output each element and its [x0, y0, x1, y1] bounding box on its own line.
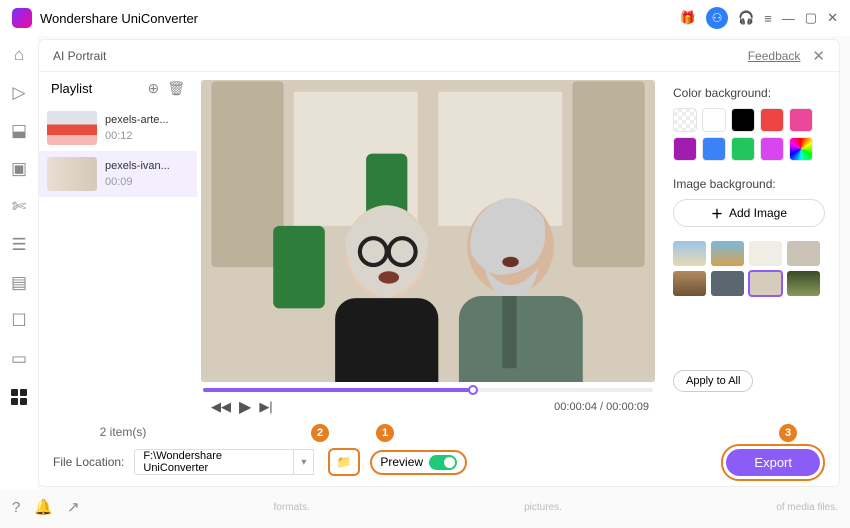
color-swatch[interactable] [702, 137, 726, 161]
headset-icon[interactable]: 🎧 [738, 10, 754, 26]
video-preview[interactable] [201, 80, 655, 382]
toolbox-icon[interactable] [8, 386, 30, 408]
delete-icon[interactable]: 🗑 [167, 80, 185, 97]
open-folder-button[interactable]: 📁 [328, 448, 360, 476]
apply-to-all-button[interactable]: Apply to All [673, 370, 753, 392]
color-swatch[interactable] [760, 137, 784, 161]
preview-area: ◀◀ ▶ ▶| 00:00:04 / 00:00:09 [197, 72, 659, 422]
status-bar: ? 🔔 ↗ formats. pictures. of media files. [0, 490, 850, 524]
menu-icon[interactable]: ≡ [764, 11, 772, 26]
cut-icon[interactable]: ✄ [8, 196, 30, 218]
screen-icon[interactable]: ☐ [8, 310, 30, 332]
color-swatch[interactable] [731, 137, 755, 161]
thumbnail [47, 111, 97, 145]
bg-thumb[interactable] [787, 271, 820, 296]
time-total: 00:00:09 [606, 401, 649, 413]
prev-button[interactable]: ◀◀ [211, 399, 231, 415]
feedback-link[interactable]: Feedback [748, 49, 801, 63]
app-title: Wondershare UniConverter [40, 11, 198, 26]
bg-thumb[interactable] [711, 241, 744, 266]
add-image-button[interactable]: ＋ Add Image [673, 199, 825, 227]
color-bg-label: Color background: [673, 86, 825, 100]
left-sidebar: ⌂ ▷ ⬓ ▣ ✄ ☰ ▤ ☐ ▭ [0, 36, 38, 490]
bell-icon[interactable]: 🔔 [34, 498, 53, 516]
help-icon[interactable]: ? [12, 499, 20, 516]
next-button[interactable]: ▶| [259, 399, 272, 415]
bg-thumb[interactable] [711, 271, 744, 296]
item-count: 2 item(s) [53, 425, 193, 439]
tv-icon[interactable]: ▭ [8, 348, 30, 370]
callout-2: 2 [311, 424, 329, 442]
color-swatches [673, 108, 825, 161]
minimize-icon[interactable]: — [782, 11, 795, 26]
bg-thumb[interactable] [787, 241, 820, 266]
bg-thumb[interactable] [749, 271, 782, 296]
file-name: pexels-arte... [105, 114, 189, 126]
compress-icon[interactable]: ▣ [8, 158, 30, 180]
color-swatch[interactable] [789, 108, 813, 132]
playlist-panel: Playlist ⊕ 🗑 pexels-arte... 00:12 pexels… [39, 72, 197, 422]
plus-icon: ＋ [711, 205, 723, 222]
file-location-dropdown[interactable]: ▾ [294, 449, 314, 475]
bg-thumb[interactable] [673, 241, 706, 266]
merge-icon[interactable]: ☰ [8, 234, 30, 256]
color-swatch[interactable] [702, 108, 726, 132]
folder-icon: 📁 [337, 455, 352, 469]
callout-1: 1 [376, 424, 394, 442]
bg-thumb[interactable] [673, 271, 706, 296]
app-logo [12, 8, 32, 28]
color-swatch[interactable] [673, 108, 697, 132]
bg-thumb[interactable] [749, 241, 782, 266]
content-panel: AI Portrait Feedback ✕ Playlist ⊕ 🗑 pexe… [38, 39, 840, 487]
color-swatch[interactable] [789, 137, 813, 161]
add-file-icon[interactable]: ⊕ [147, 80, 159, 97]
file-location-label: File Location: [53, 455, 124, 469]
video-icon[interactable]: ▷ [8, 82, 30, 104]
maximize-icon[interactable]: ▢ [805, 10, 817, 26]
color-swatch[interactable] [673, 137, 697, 161]
file-location-value: F:\Wondershare UniConverter [134, 449, 294, 475]
thumbnail [47, 157, 97, 191]
gift-icon[interactable]: 🎁 [680, 10, 696, 26]
color-swatch[interactable] [731, 108, 755, 132]
progress-bar[interactable] [203, 388, 653, 392]
time-current: 00:00:04 [554, 401, 597, 413]
export-button[interactable]: Export [726, 449, 820, 476]
color-swatch[interactable] [760, 108, 784, 132]
preview-toggle[interactable] [429, 455, 457, 470]
image-bg-label: Image background: [673, 177, 825, 191]
close-panel-icon[interactable]: ✕ [812, 47, 825, 65]
image-icon[interactable]: ▤ [8, 272, 30, 294]
playlist-item[interactable]: pexels-arte... 00:12 [39, 105, 197, 151]
playlist-label: Playlist [51, 81, 92, 96]
callout-3: 3 [779, 424, 797, 442]
duration: 00:09 [105, 176, 189, 188]
options-panel: Color background: Image background: ＋ [659, 72, 839, 422]
preview-label: Preview [380, 455, 423, 469]
download-icon[interactable]: ⬓ [8, 120, 30, 142]
title-bar: Wondershare UniConverter 🎁 ⚇ 🎧 ≡ — ▢ ✕ [0, 0, 850, 36]
play-button[interactable]: ▶ [239, 397, 251, 417]
playlist-item[interactable]: pexels-ivan... 00:09 [39, 151, 197, 197]
panel-title: AI Portrait [53, 49, 106, 63]
user-avatar[interactable]: ⚇ [706, 7, 728, 29]
home-icon[interactable]: ⌂ [8, 44, 30, 66]
file-name: pexels-ivan... [105, 160, 189, 172]
image-thumbnails [673, 241, 825, 296]
share-icon[interactable]: ↗ [67, 498, 80, 516]
close-window-icon[interactable]: ✕ [827, 10, 838, 26]
duration: 00:12 [105, 130, 189, 142]
